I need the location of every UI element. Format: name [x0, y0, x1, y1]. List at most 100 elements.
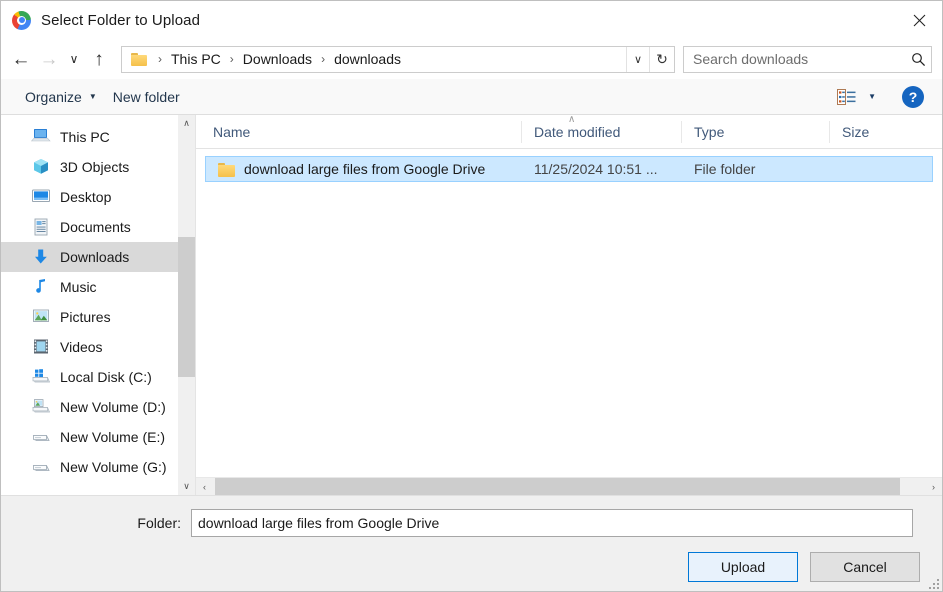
column-header-name[interactable]: Name — [196, 121, 521, 143]
computer-glyph — [30, 129, 51, 142]
horizontal-scrollbar-track[interactable] — [213, 478, 925, 495]
magnifier-glyph — [911, 52, 925, 66]
dialog-buttons: Upload Cancel — [1, 552, 942, 582]
help-button[interactable]: ? — [902, 85, 924, 108]
file-rows: download large files from Google Drive 1… — [196, 149, 942, 477]
sidebar-item-label: This PC — [60, 129, 110, 145]
document-glyph — [34, 218, 48, 236]
sidebar-item-this-pc[interactable]: This PC — [1, 122, 178, 152]
select-folder-dialog: Select Folder to Upload ← → ∨ ↑ › This P… — [0, 0, 943, 592]
breadcrumb-folder-icon — [131, 52, 147, 66]
refresh-icon[interactable]: ↻ — [649, 46, 674, 72]
sidebar-item-pictures[interactable]: Pictures — [1, 302, 178, 332]
drive-glyph — [32, 369, 51, 383]
scroll-right-icon[interactable]: › — [925, 478, 942, 495]
sidebar-item-desktop[interactable]: Desktop — [1, 182, 178, 212]
folder-input[interactable] — [191, 509, 913, 537]
sidebar-item-videos[interactable]: Videos — [1, 332, 178, 362]
computer-icon — [30, 128, 51, 146]
sidebar-item-3d-objects[interactable]: 3D Objects — [1, 152, 178, 182]
sort-ascending-icon: ∧ — [568, 114, 576, 125]
scroll-left-icon[interactable]: ‹ — [196, 478, 213, 495]
file-list-pane: Name Date modified Type Size ∧ download … — [196, 115, 942, 495]
picture-glyph — [33, 309, 49, 322]
organize-button[interactable]: Organize ▼ — [17, 84, 105, 110]
row-name-label: download large files from Google Drive — [244, 161, 486, 177]
sidebar-item-label: New Volume (E:) — [60, 429, 166, 445]
breadcrumb[interactable]: › This PC › Downloads › downloads ∨ ↻ — [121, 45, 675, 73]
sidebar-scrollbar[interactable]: ∧ ∨ — [178, 115, 195, 495]
column-header-type[interactable]: Type — [681, 120, 829, 143]
close-icon[interactable] — [896, 1, 942, 39]
column-header-date-modified[interactable]: Date modified — [521, 120, 681, 143]
recent-locations-icon[interactable]: ∨ — [63, 45, 85, 73]
drive-icon — [31, 428, 51, 446]
breadcrumb-separator: › — [158, 52, 162, 66]
column-header-size[interactable]: Size — [829, 120, 924, 143]
dialog-body: This PC 3D Objects Desktop Documents Dow… — [1, 115, 942, 495]
breadcrumb-dropdown-icon[interactable]: ∨ — [626, 46, 649, 72]
row-name-cell: download large files from Google Drive — [206, 161, 522, 177]
video-icon — [31, 338, 51, 356]
organize-label: Organize — [25, 88, 82, 105]
search-icon[interactable] — [905, 52, 931, 67]
sidebar-item-label: 3D Objects — [60, 159, 130, 175]
drive-image-icon — [31, 398, 51, 416]
view-chevron-down-icon: ▼ — [868, 92, 876, 101]
view-layout-icon — [837, 88, 856, 105]
sidebar-item-new-volume-g[interactable]: New Volume (G:) — [1, 452, 178, 482]
breadcrumb-item-downloads[interactable]: Downloads — [241, 51, 314, 67]
sidebar-item-new-volume-e[interactable]: New Volume (E:) — [1, 422, 178, 452]
chevron-down-icon: ▼ — [88, 91, 97, 101]
chrome-icon — [12, 10, 31, 30]
breadcrumb-item-downloads-sub[interactable]: downloads — [332, 51, 403, 67]
desktop-icon — [31, 188, 51, 206]
sidebar-scrollbar-track[interactable] — [178, 132, 195, 478]
sidebar-item-local-disk-c[interactable]: Local Disk (C:) — [1, 362, 178, 392]
row-type-cell: File folder — [694, 161, 756, 177]
file-list-horizontal-scrollbar[interactable]: ‹ › — [196, 477, 942, 495]
sidebar-item-label: Downloads — [60, 249, 130, 265]
dialog-footer: Folder: Upload Cancel — [1, 495, 942, 591]
table-row[interactable]: download large files from Google Drive 1… — [205, 156, 933, 182]
picture-icon — [31, 308, 51, 326]
breadcrumb-item-this-pc[interactable]: This PC — [169, 51, 223, 67]
cube-glyph — [34, 159, 48, 174]
sidebar-item-music[interactable]: Music — [1, 272, 178, 302]
sidebar-list: This PC 3D Objects Desktop Documents Dow… — [1, 115, 178, 495]
sidebar-item-label: Local Disk (C:) — [60, 369, 152, 385]
upload-button[interactable]: Upload — [688, 552, 798, 582]
new-folder-button[interactable]: New folder — [105, 84, 188, 110]
resize-grip[interactable] — [927, 577, 939, 589]
window-title: Select Folder to Upload — [41, 11, 201, 29]
sidebar-item-label: Pictures — [60, 309, 111, 325]
sidebar-item-new-volume-d[interactable]: New Volume (D:) — [1, 392, 178, 422]
folder-label: Folder: — [137, 515, 181, 531]
sidebar-item-label: New Volume (G:) — [60, 459, 167, 475]
search-input[interactable] — [684, 51, 905, 67]
scroll-down-icon[interactable]: ∨ — [178, 478, 195, 495]
navigation-bar: ← → ∨ ↑ › This PC › Downloads › download… — [1, 39, 942, 79]
scroll-up-icon[interactable]: ∧ — [178, 115, 195, 132]
horizontal-scrollbar-thumb[interactable] — [215, 478, 900, 495]
drive-glyph — [32, 399, 51, 413]
column-headers: Name Date modified Type Size ∧ — [196, 115, 942, 149]
sidebar-item-downloads[interactable]: Downloads — [1, 242, 178, 272]
sidebar-item-label: New Volume (D:) — [60, 399, 166, 415]
sidebar-item-label: Music — [60, 279, 97, 295]
drive-glyph — [32, 465, 50, 471]
desktop-glyph — [32, 189, 50, 202]
change-view-button[interactable]: ▼ — [833, 84, 880, 110]
windows-drive-icon — [31, 368, 51, 386]
up-icon[interactable]: ↑ — [85, 45, 113, 73]
sidebar-item-label: Documents — [60, 219, 131, 235]
search-box[interactable] — [683, 45, 932, 73]
close-glyph — [913, 14, 925, 26]
sidebar-item-documents[interactable]: Documents — [1, 212, 178, 242]
forward-icon[interactable]: → — [35, 45, 63, 73]
sidebar-scrollbar-thumb[interactable] — [178, 237, 195, 377]
cancel-button[interactable]: Cancel — [810, 552, 920, 582]
back-icon[interactable]: ← — [7, 45, 35, 73]
cube-icon — [31, 158, 51, 176]
sidebar-item-label: Videos — [60, 339, 103, 355]
